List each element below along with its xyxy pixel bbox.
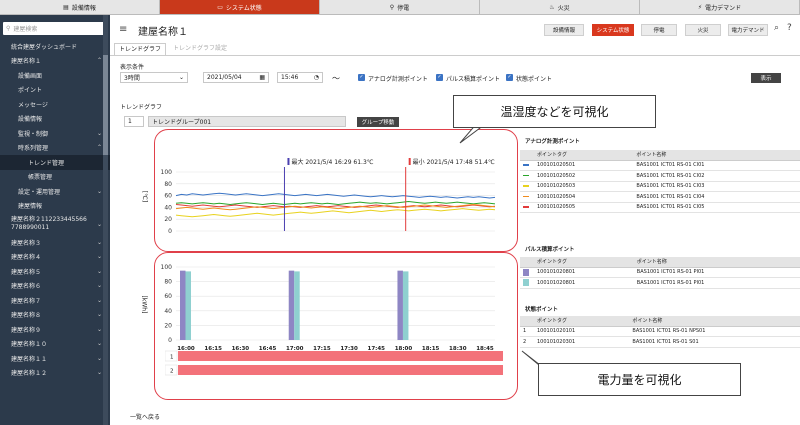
sidebar-item[interactable]: 建屋名称５ ⌄	[0, 264, 110, 279]
chevron-down-icon: ⌄	[96, 354, 102, 362]
sidebar-item[interactable]: 設備画面	[0, 68, 110, 83]
chevron-up-icon: ⌃	[96, 144, 102, 152]
sidebar-item-label: 設備画面	[18, 72, 43, 80]
sidebar-item[interactable]: 建屋名称１ ⌃	[0, 54, 110, 69]
search-icon: ⚲	[6, 25, 11, 32]
sidebar-item-label: 建屋名称１２	[11, 370, 48, 378]
top-nav-item[interactable]: ♨ 火災	[480, 0, 640, 14]
sidebar-item-label: 監視・制御	[18, 130, 49, 138]
sidebar-items: 統合建屋ダッシュボード 建屋名称１ ⌃ 設備画面ポイントメッセージ設備情報監視・制御 ⌄…	[0, 39, 110, 380]
sidebar-item-label: ポイント	[18, 87, 43, 95]
sidebar-item-label: 統合建屋ダッシュボード	[11, 43, 78, 51]
sidebar-item[interactable]: 建屋名称１２ ⌄	[0, 366, 110, 381]
plug-icon: ⚡	[697, 3, 703, 11]
top-nav-item[interactable]: ⚲ 停電	[320, 0, 480, 14]
chevron-down-icon: ⌄	[96, 340, 102, 348]
sidebar-item-label: 設備情報	[18, 116, 43, 124]
chevron-down-icon: ⌄	[96, 311, 102, 319]
sidebar-item[interactable]: 設備情報	[0, 112, 110, 127]
top-nav-item[interactable]: ▭ システム状態	[160, 0, 320, 14]
sidebar-item-label: 建屋名称２112233445566 7788990011	[11, 216, 87, 231]
chevron-down-icon: ⌄	[96, 238, 102, 246]
fire-icon: ♨	[549, 3, 555, 11]
sidebar-item-label: 建屋名称６	[11, 283, 42, 291]
sidebar-item[interactable]: 建屋名称７ ⌄	[0, 293, 110, 308]
display-icon: ▭	[217, 3, 223, 11]
chevron-down-icon: ⌄	[96, 282, 102, 290]
sidebar-item-label: 建屋名称５	[11, 268, 42, 276]
main-content: ≡ 建屋名称１ 設備情報 システム状態 停電 火災 電力デマンド ⌕ ? トレン…	[110, 15, 800, 425]
monitor-icon: ▤	[63, 3, 69, 11]
sidebar-item-label: 建屋名称４	[11, 254, 42, 262]
sidebar: ⚲ 建屋検索 統合建屋ダッシュボード 建屋名称１ ⌃ 設備画面ポイントメッセージ設備情…	[0, 15, 110, 425]
top-nav: ▤ 設備情報 ▭ システム状態 ⚲ 停電 ♨ 火災 ⚡ 電力デマンド	[0, 0, 800, 15]
sidebar-item-label: 建屋名称１１	[11, 355, 48, 363]
chevron-down-icon: ⌄	[96, 187, 102, 195]
sidebar-item[interactable]: 時系列管理 ⌃	[0, 141, 110, 156]
sidebar-item[interactable]: 建屋名称８ ⌄	[0, 308, 110, 323]
chevron-down-icon: ⌄	[96, 369, 102, 377]
sidebar-scrollbar[interactable]	[103, 15, 108, 425]
sidebar-item-label: 建屋情報	[18, 203, 43, 211]
top-nav-item[interactable]: ⚡ 電力デマンド	[640, 0, 800, 14]
top-nav-label: システム状態	[225, 4, 262, 12]
sidebar-item[interactable]: ポイント	[0, 83, 110, 98]
sidebar-item[interactable]: 建屋名称６ ⌄	[0, 279, 110, 294]
top-nav-item[interactable]: ▤ 設備情報	[0, 0, 160, 14]
sidebar-item[interactable]: 統合建屋ダッシュボード	[0, 39, 110, 54]
sidebar-item-label: 設定・運用管理	[18, 188, 61, 196]
top-nav-label: 電力デマンド	[705, 4, 742, 12]
sidebar-item[interactable]: 建屋名称２112233445566 7788990011 ⌄	[0, 213, 110, 235]
sidebar-item-label: 建屋名称１	[11, 58, 42, 66]
sidebar-item-label: 時系列管理	[18, 145, 49, 153]
chevron-down-icon: ⌄	[96, 253, 102, 261]
sidebar-item-label: 建屋名称１０	[11, 341, 48, 349]
top-nav-label: 設備情報	[71, 4, 96, 12]
sidebar-item-label: 帳票管理	[28, 174, 53, 182]
sidebar-item-label: 建屋名称８	[11, 312, 42, 320]
sidebar-item[interactable]: メッセージ	[0, 97, 110, 112]
chevron-down-icon: ⌄	[96, 296, 102, 304]
top-nav-label: 火災	[557, 4, 570, 12]
sidebar-item-label: 建屋名称７	[11, 297, 42, 305]
sidebar-item[interactable]: トレンド管理	[0, 155, 110, 170]
chevron-up-icon: ⌃	[96, 57, 102, 65]
sidebar-item[interactable]: 建屋名称４ ⌄	[0, 250, 110, 265]
sidebar-item[interactable]: 建屋名称９ ⌄	[0, 322, 110, 337]
sidebar-item[interactable]: 監視・制御 ⌄	[0, 126, 110, 141]
scrollbar-thumb[interactable]	[103, 55, 108, 155]
search-placeholder: 建屋検索	[13, 26, 38, 33]
sidebar-item[interactable]: 建屋名称３ ⌄	[0, 235, 110, 250]
top-callout: 温湿度などを可視化	[453, 95, 656, 128]
sidebar-item[interactable]: 建屋名称１１ ⌄	[0, 351, 110, 366]
chevron-down-icon: ⌄	[96, 129, 102, 137]
chevron-down-icon: ⌄	[96, 220, 102, 228]
sidebar-item[interactable]: 建屋情報	[0, 199, 110, 214]
sidebar-item-label: メッセージ	[18, 101, 48, 109]
sidebar-item[interactable]: 帳票管理	[0, 170, 110, 185]
sidebar-item-label: トレンド管理	[28, 159, 65, 167]
top-nav-label: 停電	[397, 4, 410, 12]
sidebar-item-label: 建屋名称３	[11, 239, 42, 247]
building-search-input[interactable]: ⚲ 建屋検索	[3, 22, 107, 35]
sidebar-item[interactable]: 建屋名称１０ ⌄	[0, 337, 110, 352]
bottom-callout: 電力量を可視化	[538, 363, 741, 396]
power-icon: ⚲	[389, 3, 395, 11]
sidebar-item-label: 建屋名称９	[11, 326, 42, 334]
sidebar-item[interactable]: 設定・運用管理 ⌄	[0, 184, 110, 199]
chevron-down-icon: ⌄	[96, 267, 102, 275]
chevron-down-icon: ⌄	[96, 325, 102, 333]
